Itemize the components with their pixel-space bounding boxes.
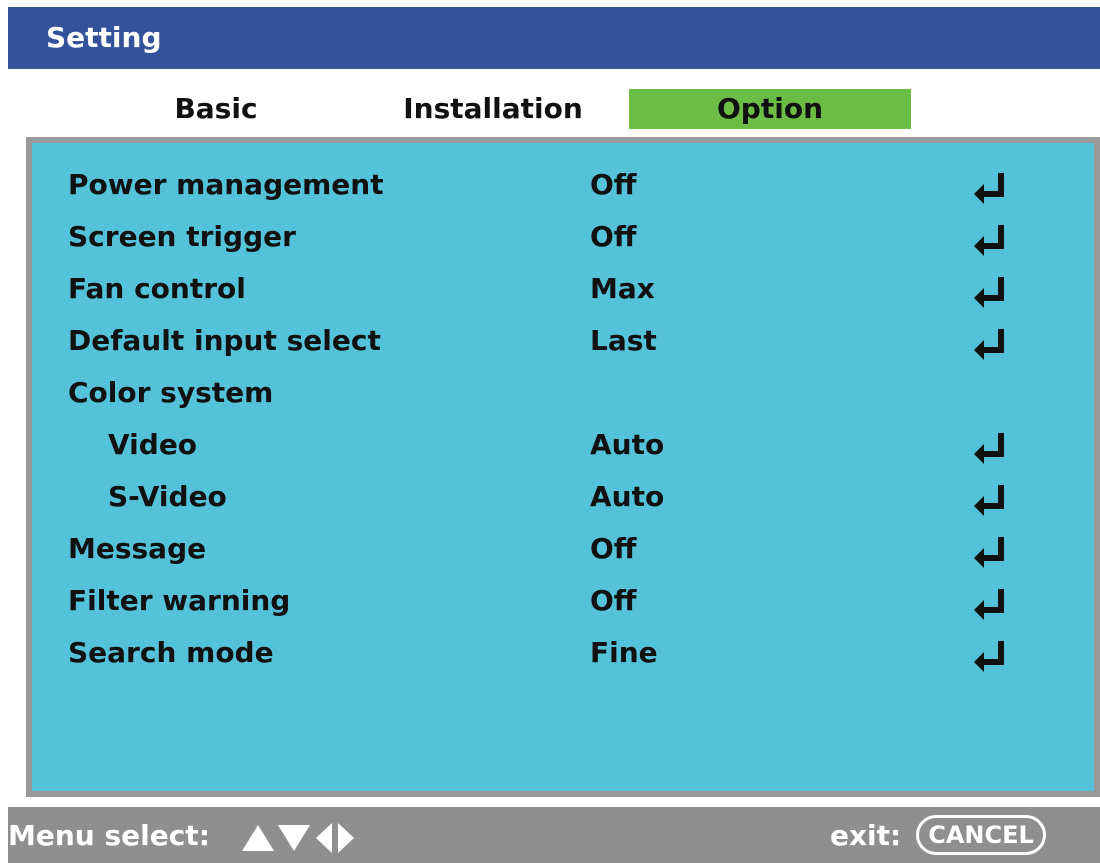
setting-label: Video <box>108 428 198 461</box>
setting-label: Message <box>68 532 207 565</box>
setting-label: Power management <box>68 168 384 201</box>
setting-group-color-system: Color system <box>32 370 1094 418</box>
enter-arrow-icon <box>974 485 1004 516</box>
setting-value: Off <box>590 168 637 201</box>
setting-row-power-management[interactable]: Power management Off <box>32 162 1094 210</box>
setting-value: Fine <box>590 636 658 669</box>
setting-row-fan-control[interactable]: Fan control Max <box>32 266 1094 314</box>
exit-hint: exit: <box>830 819 902 852</box>
enter-arrow-icon <box>974 329 1004 360</box>
enter-arrow-icon <box>974 537 1004 568</box>
tab-bar: Basic Installation Option <box>8 69 1100 139</box>
cancel-key-icon[interactable]: CANCEL <box>916 815 1046 855</box>
enter-arrow-icon <box>974 277 1004 308</box>
navigation-arrows-icon <box>242 823 354 853</box>
enter-arrow-icon <box>974 433 1004 464</box>
setting-value: Auto <box>590 480 665 513</box>
menu-select-hint: Menu select: <box>8 819 210 852</box>
setting-label: Filter warning <box>68 584 291 617</box>
setting-value: Off <box>590 584 637 617</box>
setting-value: Off <box>590 220 637 253</box>
setting-label: S-Video <box>108 480 227 513</box>
setting-value: Max <box>590 272 655 305</box>
enter-arrow-icon <box>974 589 1004 620</box>
setting-row-filter-warning[interactable]: Filter warning Off <box>32 578 1094 626</box>
title-bar: Setting <box>8 7 1100 69</box>
setting-row-search-mode[interactable]: Search mode Fine <box>32 630 1094 678</box>
tab-installation[interactable]: Installation <box>398 89 588 129</box>
setting-row-default-input-select[interactable]: Default input select Last <box>32 318 1094 366</box>
setting-row-message[interactable]: Message Off <box>32 526 1094 574</box>
setting-row-screen-trigger[interactable]: Screen trigger Off <box>32 214 1094 262</box>
setting-value: Last <box>590 324 657 357</box>
setting-label: Color system <box>68 376 274 409</box>
setting-value: Auto <box>590 428 665 461</box>
setting-row-video[interactable]: Video Auto <box>32 422 1094 470</box>
settings-panel: Power management Off Screen trigger Off … <box>32 143 1094 791</box>
enter-arrow-icon <box>974 225 1004 256</box>
enter-arrow-icon <box>974 641 1004 672</box>
status-bar: Menu select: exit: CANCEL <box>8 807 1100 863</box>
setting-value: Off <box>590 532 637 565</box>
tab-option[interactable]: Option <box>629 89 911 129</box>
enter-arrow-icon <box>974 173 1004 204</box>
window-title: Setting <box>46 21 162 54</box>
setting-label: Fan control <box>68 272 246 305</box>
settings-window: Setting Basic Installation Option Power … <box>8 7 1100 863</box>
setting-row-s-video[interactable]: S-Video Auto <box>32 474 1094 522</box>
setting-label: Screen trigger <box>68 220 296 253</box>
setting-label: Default input select <box>68 324 381 357</box>
setting-label: Search mode <box>68 636 274 669</box>
tab-basic[interactable]: Basic <box>156 89 276 129</box>
